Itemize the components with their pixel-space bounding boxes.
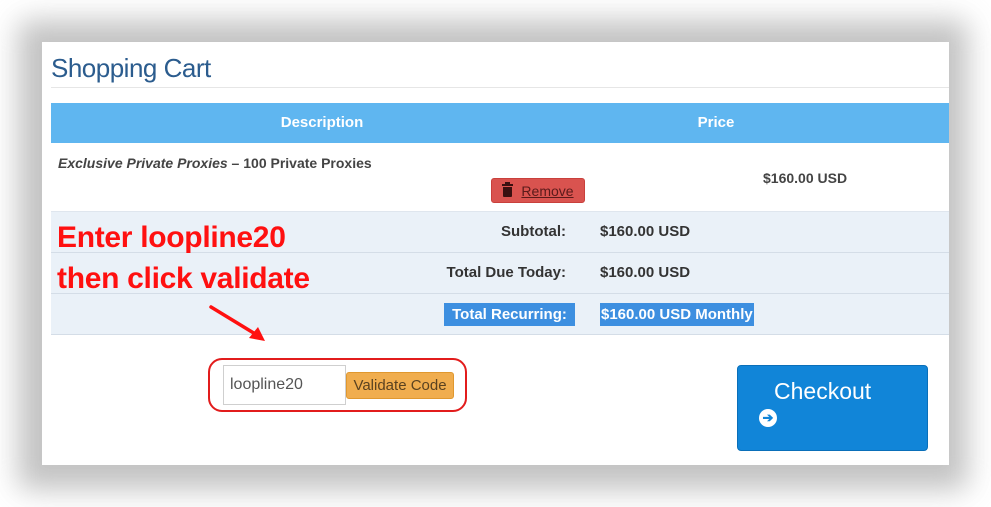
remove-button-label: Remove [521,182,574,199]
item-quantity: 100 Private Proxies [243,155,372,171]
instruction-line-1: Enter loopline20 [57,221,286,254]
subtotal-label: Subtotal: [501,223,566,240]
table-header: Description Price [51,103,949,143]
validate-code-button[interactable]: Validate Code [346,372,454,399]
due-today-value: $160.00 USD [600,264,691,281]
checkout-button[interactable]: Checkout ➔ [737,365,928,451]
recurring-label: Total Recurring: [444,303,575,326]
column-header-description: Description [280,114,364,131]
item-price: $160.00 USD [763,170,848,186]
item-description: Exclusive Private Proxies – 100 Private … [58,155,372,171]
instruction-line-2: then click validate [57,262,310,295]
column-header-price: Price [697,114,735,131]
recurring-value: $160.00 USD Monthly [600,303,754,326]
instruction-annotation: Enter loopline20 then click validate [57,217,310,299]
page-title: Shopping Cart [51,53,211,83]
title-divider [51,87,949,88]
checkout-label: Checkout [774,378,872,404]
trash-icon [502,182,514,197]
recurring-row: Total Recurring: $160.00 USD Monthly [51,294,949,335]
promo-code-input[interactable] [223,365,346,405]
cart-panel: Shopping Cart Description Price Exclusiv… [42,42,949,465]
due-today-label: Total Due Today: [446,264,566,281]
item-separator: – [227,155,244,171]
red-arrow-icon [209,305,265,341]
remove-button[interactable]: Remove [491,178,585,203]
circle-arrow-right-icon: ➔ [759,409,777,427]
product-name[interactable]: Exclusive Private Proxies [58,155,228,171]
cart-item-row: Exclusive Private Proxies – 100 Private … [51,143,949,212]
subtotal-value: $160.00 USD [600,223,691,240]
